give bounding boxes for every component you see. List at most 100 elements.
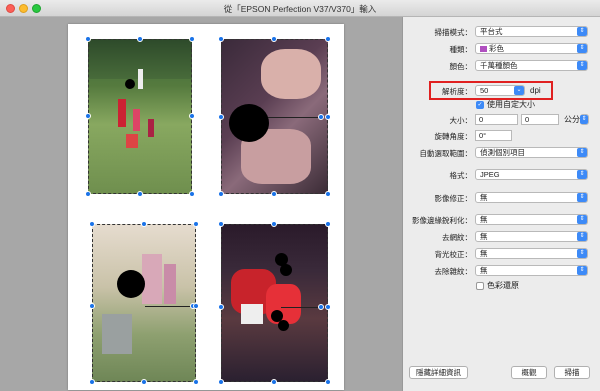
type-value: 彩色 [489,44,504,53]
resize-handle[interactable] [193,379,199,385]
backlight-label: 背光校正： [434,250,473,259]
resize-handle[interactable] [137,191,143,197]
type-label: 種類： [449,45,473,54]
popup-arrows-icon: ⇕ [577,170,587,179]
resize-handle[interactable] [218,36,224,42]
resize-handle[interactable] [189,113,195,119]
descreen-label: 去網紋： [442,233,472,242]
type-select[interactable]: 彩色 ⇕ [475,43,588,54]
resize-handle[interactable] [218,114,224,120]
descreen-select[interactable]: 無 ⇕ [475,231,588,242]
format-select[interactable]: JPEG ⇕ [475,169,588,180]
resize-handle[interactable] [325,114,331,120]
resize-handle[interactable] [85,36,91,42]
resolution-combo[interactable]: 50 ⌄ [475,85,525,96]
auto-select-value: 偵測個別項目 [480,148,525,157]
popup-arrows-icon: ⇕ [577,148,587,157]
size-label: 大小： [449,116,473,125]
dust-label: 去除雜紋： [434,267,473,276]
color-restore-checkbox[interactable] [476,282,484,290]
popup-arrows-icon: ⇕ [577,44,587,53]
overview-button[interactable]: 概觀 [511,366,547,379]
auto-select-label: 自動選取範圍： [419,149,473,158]
window-title: 從「EPSON Perfection V37/V370」輸入 [223,4,377,14]
size-height-field[interactable]: 0 [521,114,559,125]
rotation-handle-line-2 [268,117,321,118]
rotation-handle-line-4 [281,307,321,308]
resize-handle[interactable] [137,36,143,42]
popup-arrows-icon: ⇕ [577,215,587,224]
resize-handle[interactable] [189,36,195,42]
resize-handle[interactable] [193,303,199,309]
popup-arrows-icon: ⇕ [577,232,587,241]
dust-value: 無 [480,266,488,275]
color-value: 千萬種顏色 [480,61,518,70]
resize-handle[interactable] [318,304,324,310]
resize-handle[interactable] [89,221,95,227]
scan-button[interactable]: 掃描 [554,366,590,379]
selection-box-4[interactable] [221,224,328,382]
resize-handle[interactable] [189,191,195,197]
size-unit: 公分 [564,115,580,124]
rotation-label: 旋轉角度： [434,132,473,141]
resize-handle[interactable] [325,304,331,310]
scan-mode-select[interactable]: 平台式 ⇕ [475,26,588,37]
color-label: 顏色： [449,62,473,71]
custom-size-checkbox[interactable]: ✓ [476,101,484,109]
size-unit-select[interactable]: ⇕ [580,114,589,125]
resize-handle[interactable] [218,379,224,385]
resize-handle[interactable] [325,221,331,227]
redaction-blob-3 [117,270,145,298]
resize-handle[interactable] [325,379,331,385]
resolution-value: 50 [480,86,489,95]
size-width-field[interactable]: 0 [475,114,518,125]
redaction-blob-2 [229,104,269,142]
chevron-down-icon: ⌄ [514,86,524,95]
color-swatch-icon [480,46,487,53]
rotation-handle-line-3 [145,306,193,307]
color-restore-label: 色彩還原 [487,281,519,290]
resize-handle[interactable] [89,303,95,309]
resize-handle[interactable] [271,221,277,227]
auto-select-select[interactable]: 偵測個別項目 ⇕ [475,147,588,158]
resize-handle[interactable] [325,36,331,42]
redaction-blob-1 [125,79,135,89]
image-correction-select[interactable]: 無 ⇕ [475,192,588,203]
rotation-field[interactable]: 0° [475,130,512,141]
resolution-label: 解析度： [442,87,472,96]
image-correction-value: 無 [480,193,488,202]
format-label: 格式： [449,171,473,180]
resize-handle[interactable] [85,191,91,197]
resize-handle[interactable] [218,191,224,197]
redaction-blob-4b [280,264,292,276]
selection-box-3[interactable] [92,224,196,382]
descreen-value: 無 [480,232,488,241]
dust-select[interactable]: 無 ⇕ [475,265,588,276]
resize-handle[interactable] [318,114,324,120]
selection-box-1[interactable] [88,39,192,194]
format-value: JPEG [480,170,500,179]
scan-preview-area[interactable] [0,17,403,391]
backlight-select[interactable]: 無 ⇕ [475,248,588,259]
resize-handle[interactable] [141,379,147,385]
title-bar: 從「EPSON Perfection V37/V370」輸入 [0,0,600,17]
resize-handle[interactable] [271,191,277,197]
resize-handle[interactable] [218,304,224,310]
resize-handle[interactable] [218,221,224,227]
color-select[interactable]: 千萬種顏色 ⇕ [475,60,588,71]
popup-arrows-icon: ⇕ [577,61,587,70]
resize-handle[interactable] [271,379,277,385]
unsharp-select[interactable]: 無 ⇕ [475,214,588,225]
backlight-value: 無 [480,249,488,258]
resize-handle[interactable] [271,36,277,42]
image-correction-label: 影像修正： [434,194,473,203]
hide-details-button[interactable]: 隱藏詳細資訊 [409,366,468,379]
resize-handle[interactable] [193,221,199,227]
popup-arrows-icon: ⇕ [580,115,588,124]
resize-handle[interactable] [85,113,91,119]
redaction-blob-4d [278,320,289,331]
resize-handle[interactable] [325,191,331,197]
resize-handle[interactable] [141,221,147,227]
scan-mode-label: 掃描模式： [434,28,473,37]
resize-handle[interactable] [89,379,95,385]
